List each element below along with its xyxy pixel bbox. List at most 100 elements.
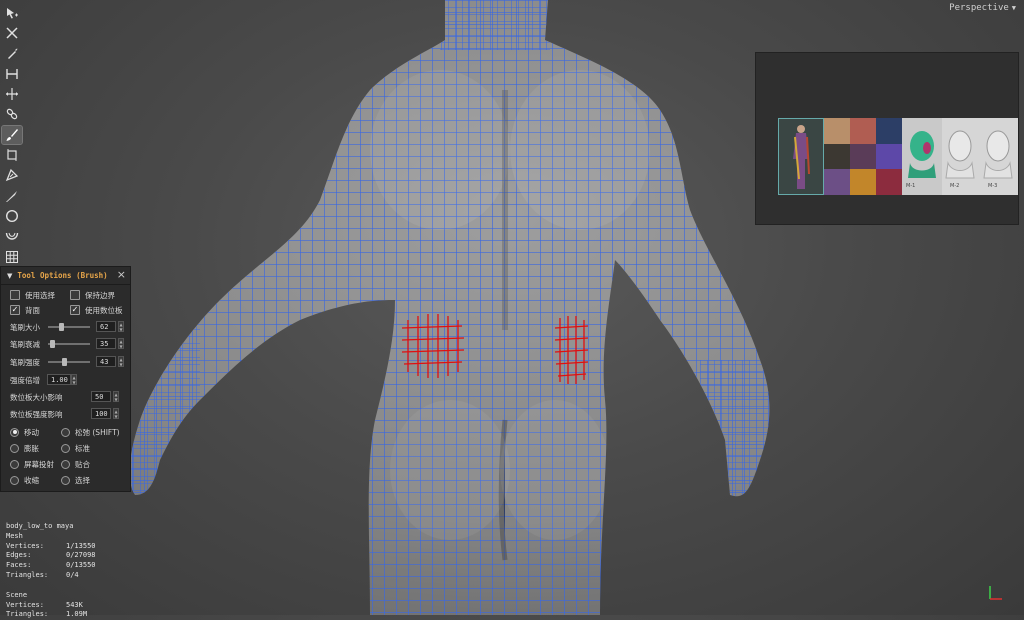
thumb-label-1: M-1 (906, 183, 916, 189)
stat-value: 1/13550 (66, 541, 96, 550)
brush-size-spinner[interactable]: ▲ ▼ (118, 321, 124, 332)
thumb-label-2: M-2 (950, 183, 960, 189)
stat-value: 0/4 (66, 570, 79, 579)
use-tablet-label: 使用数位板 (85, 305, 123, 315)
strength-multiplier-field[interactable]: 1.00 (47, 374, 71, 385)
circle-icon[interactable] (2, 207, 22, 225)
left-toolbar (1, 4, 24, 268)
radio-circle (61, 475, 70, 485)
mode-label: 贴合 (75, 459, 90, 469)
tablet-strength-influence-spinner[interactable]: ▲ ▼ (113, 408, 119, 419)
chevron-down-icon: ▼ (1011, 4, 1016, 12)
camera-menu[interactable]: Perspective ▼ (949, 3, 1016, 13)
stat-label: Faces: (6, 561, 32, 570)
link-chain-icon[interactable] (2, 105, 22, 123)
stat-value: 0/27098 (66, 551, 96, 560)
stat-label: Triangles: (6, 610, 49, 619)
brush-strength-field[interactable]: 43 (96, 356, 116, 367)
stat-label: Edges: (6, 551, 32, 560)
brush-falloff-field[interactable]: 35 (96, 338, 116, 349)
mode-label: 松弛 (SHIFT) (75, 427, 120, 437)
mode-label: 屏幕投射 (24, 459, 54, 469)
radio-circle (10, 443, 19, 453)
brush-size-handle[interactable] (58, 323, 64, 331)
tablet-size-influence-row: 数位板大小影响 50 ▲ ▼ (1, 390, 132, 404)
mode-label: 标准 (75, 443, 90, 453)
stat-label: Vertices: (6, 600, 44, 609)
strength-multiplier-spinner[interactable]: ▲ ▼ (71, 374, 77, 385)
tablet-strength-influence-field[interactable]: 100 (91, 408, 111, 419)
brush-falloff-row: 笔刷衰减 35 ▲ ▼ (1, 337, 132, 351)
mode-radio-screen-project[interactable]: 屏幕投射 (10, 459, 54, 470)
checkmark-icon: ✓ (10, 305, 20, 315)
strength-multiplier-label: 强度倍增 (10, 375, 40, 385)
select-arrow-icon[interactable] (2, 4, 22, 22)
tablet-size-influence-field[interactable]: 50 (91, 391, 111, 402)
measure-icon[interactable] (2, 65, 22, 83)
arc-icon[interactable] (2, 227, 22, 245)
brush-size-label: 笔刷大小 (10, 322, 40, 332)
mode-radio-select[interactable]: 选择 (61, 475, 90, 486)
mode-label: 选择 (75, 475, 90, 485)
brush-icon[interactable] (1, 124, 23, 145)
pen-icon[interactable] (2, 45, 22, 63)
mode-radio-relax[interactable]: 松弛 (SHIFT) (61, 427, 120, 438)
use-selection-label: 使用选择 (25, 290, 55, 300)
tablet-strength-influence-label: 数位板强度影响 (10, 409, 63, 419)
stat-value: 543K (66, 600, 83, 609)
radio-circle (61, 459, 70, 469)
brush-falloff-spinner[interactable]: ▲ ▼ (118, 338, 124, 349)
texture-grid-thumbnail[interactable] (824, 118, 902, 195)
mode-label: 收缩 (24, 475, 39, 485)
radio-circle (61, 443, 70, 453)
collapse-arrow-icon[interactable]: ▼ (7, 272, 12, 280)
tablet-size-influence-spinner[interactable]: ▲ ▼ (113, 391, 119, 402)
brush-size-row: 笔刷大小 62 ▲ ▼ (1, 320, 132, 334)
mode-radio-conform[interactable]: 贴合 (61, 459, 90, 470)
radio-circle (61, 427, 70, 437)
brush-size-slider[interactable] (48, 326, 90, 328)
object-name: body_low_to maya (6, 522, 74, 530)
mode-radio-shrink[interactable]: 收缩 (10, 475, 39, 486)
brush-strength-label: 笔刷强度 (10, 357, 40, 367)
grid-icon[interactable] (2, 248, 22, 266)
radio-circle (10, 459, 19, 469)
keep-border-checkbox[interactable]: 保持边界 (70, 290, 115, 301)
thumb-label-3: M-3 (988, 183, 998, 189)
brush-strength-handle[interactable] (61, 358, 67, 366)
character-thumbnail[interactable] (778, 118, 824, 195)
move-axes-icon[interactable] (2, 85, 22, 103)
brush-falloff-handle[interactable] (50, 340, 56, 348)
use-selection-checkbox[interactable]: 使用选择 (10, 290, 55, 301)
checkbox-box (10, 290, 20, 300)
panel-header[interactable]: ▼ Tool Options (Brush) × (1, 267, 130, 285)
brush-strength-slider[interactable] (48, 361, 90, 363)
radio-dot-icon (12, 430, 17, 434)
bounding-box-icon[interactable] (2, 146, 22, 164)
backface-label: 背面 (25, 305, 40, 315)
camera-label: Perspective (949, 3, 1009, 13)
knife-icon[interactable] (2, 187, 22, 205)
keep-border-label: 保持边界 (85, 290, 115, 300)
mode-radio-move[interactable]: 移动 (10, 427, 39, 438)
mode-label: 膨胀 (24, 443, 39, 453)
backface-checkbox[interactable]: ✓ 背面 (10, 305, 40, 316)
transform-cross-icon[interactable] (2, 24, 22, 42)
radio-circle (10, 427, 19, 437)
brush-strength-spinner[interactable]: ▲ ▼ (118, 356, 124, 367)
axis-gizmo-icon (986, 583, 1006, 605)
head-sculpt-thumbnail[interactable]: M-1 M-2 M-3 (902, 118, 1018, 195)
use-tablet-checkbox[interactable]: ✓ 使用数位板 (70, 305, 123, 316)
strength-multiplier-row: 强度倍增 1.00 ▲ ▼ (1, 373, 132, 387)
brush-falloff-label: 笔刷衰减 (10, 339, 40, 349)
fill-bucket-icon[interactable] (2, 166, 22, 184)
stat-label: Triangles: (6, 570, 49, 579)
mode-radio-inflate[interactable]: 膨胀 (10, 443, 39, 454)
stat-label: Vertices: (6, 541, 44, 550)
image-plane-panel: M-1 M-2 M-3 (755, 52, 1019, 225)
mode-radio-standard[interactable]: 标准 (61, 443, 90, 454)
checkmark-icon: ✓ (70, 305, 80, 315)
close-icon[interactable]: × (117, 268, 126, 281)
tablet-strength-influence-row: 数位板强度影响 100 ▲ ▼ (1, 407, 132, 421)
brush-size-field[interactable]: 62 (96, 321, 116, 332)
